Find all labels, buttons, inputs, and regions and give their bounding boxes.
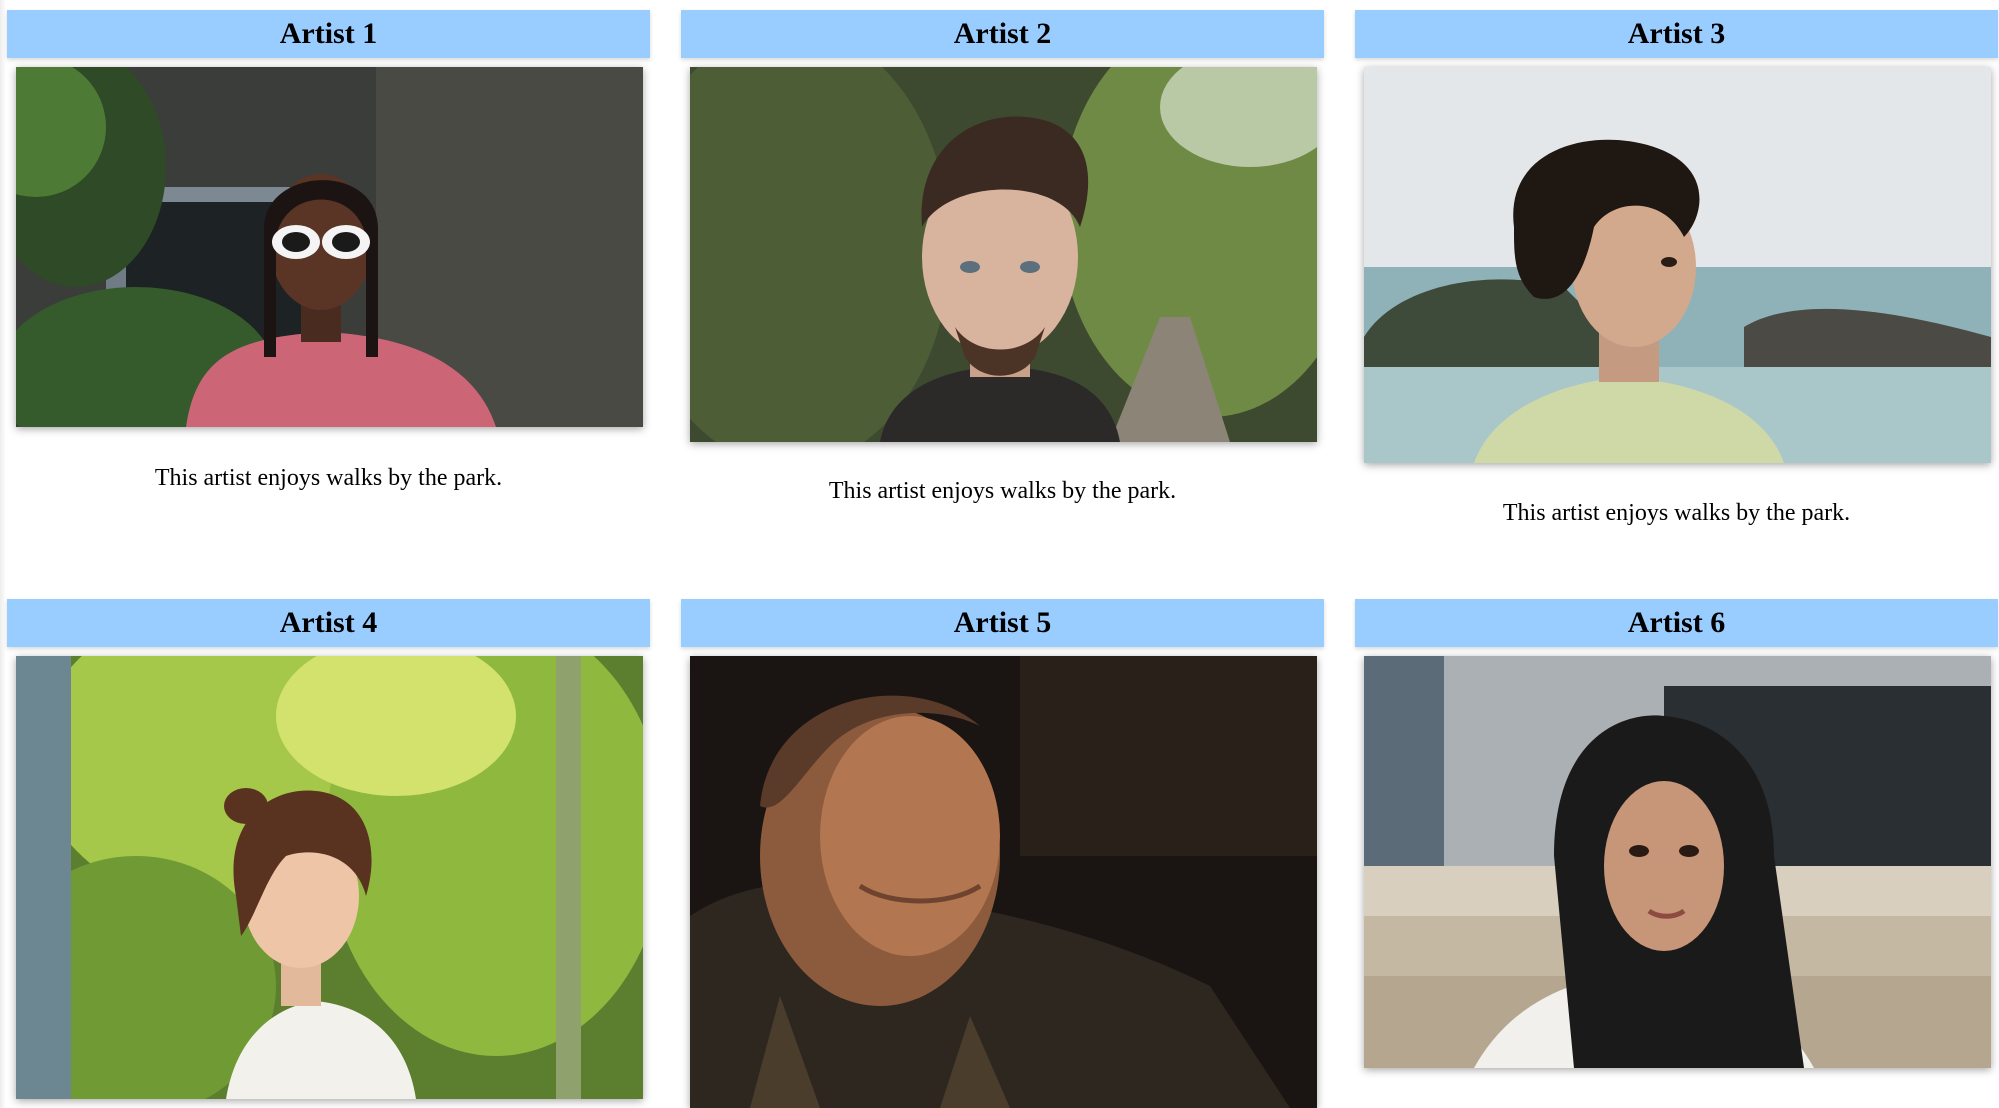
artist-card-4: Artist 4	[7, 599, 650, 1108]
artist-card-title: Artist 5	[681, 599, 1324, 647]
artist-photo-5	[690, 656, 1317, 1108]
artist-photo-4	[16, 656, 643, 1099]
artist-photo-2	[690, 67, 1317, 442]
artist-caption: This artist enjoys walks by the park.	[828, 478, 1177, 504]
artist-card-title: Artist 6	[1355, 599, 1998, 647]
artist-photo-1	[16, 67, 643, 427]
artist-card-1: Artist 1 This artist enjoys walks by the…	[7, 10, 650, 570]
artist-card-6: Artist 6	[1355, 599, 1998, 1108]
artist-card-5: Artist 5	[681, 599, 1324, 1108]
artist-card-title: Artist 2	[681, 10, 1324, 58]
artist-photo-6	[1364, 656, 1991, 1068]
artist-caption: This artist enjoys walks by the park.	[154, 465, 503, 491]
artist-card-2: Artist 2 This artist enjoys walks by the…	[681, 10, 1324, 570]
artist-card-title: Artist 4	[7, 599, 650, 647]
artist-caption: This artist enjoys walks by the park.	[1502, 500, 1851, 526]
artist-photo-3	[1364, 67, 1991, 463]
artist-card-title: Artist 1	[7, 10, 650, 58]
artist-grid: Artist 1 This artist enjoys walks by the…	[0, 0, 1999, 1108]
artist-card-3: Artist 3 This artist enjoys walks by the…	[1355, 10, 1998, 570]
artist-card-title: Artist 3	[1355, 10, 1998, 58]
